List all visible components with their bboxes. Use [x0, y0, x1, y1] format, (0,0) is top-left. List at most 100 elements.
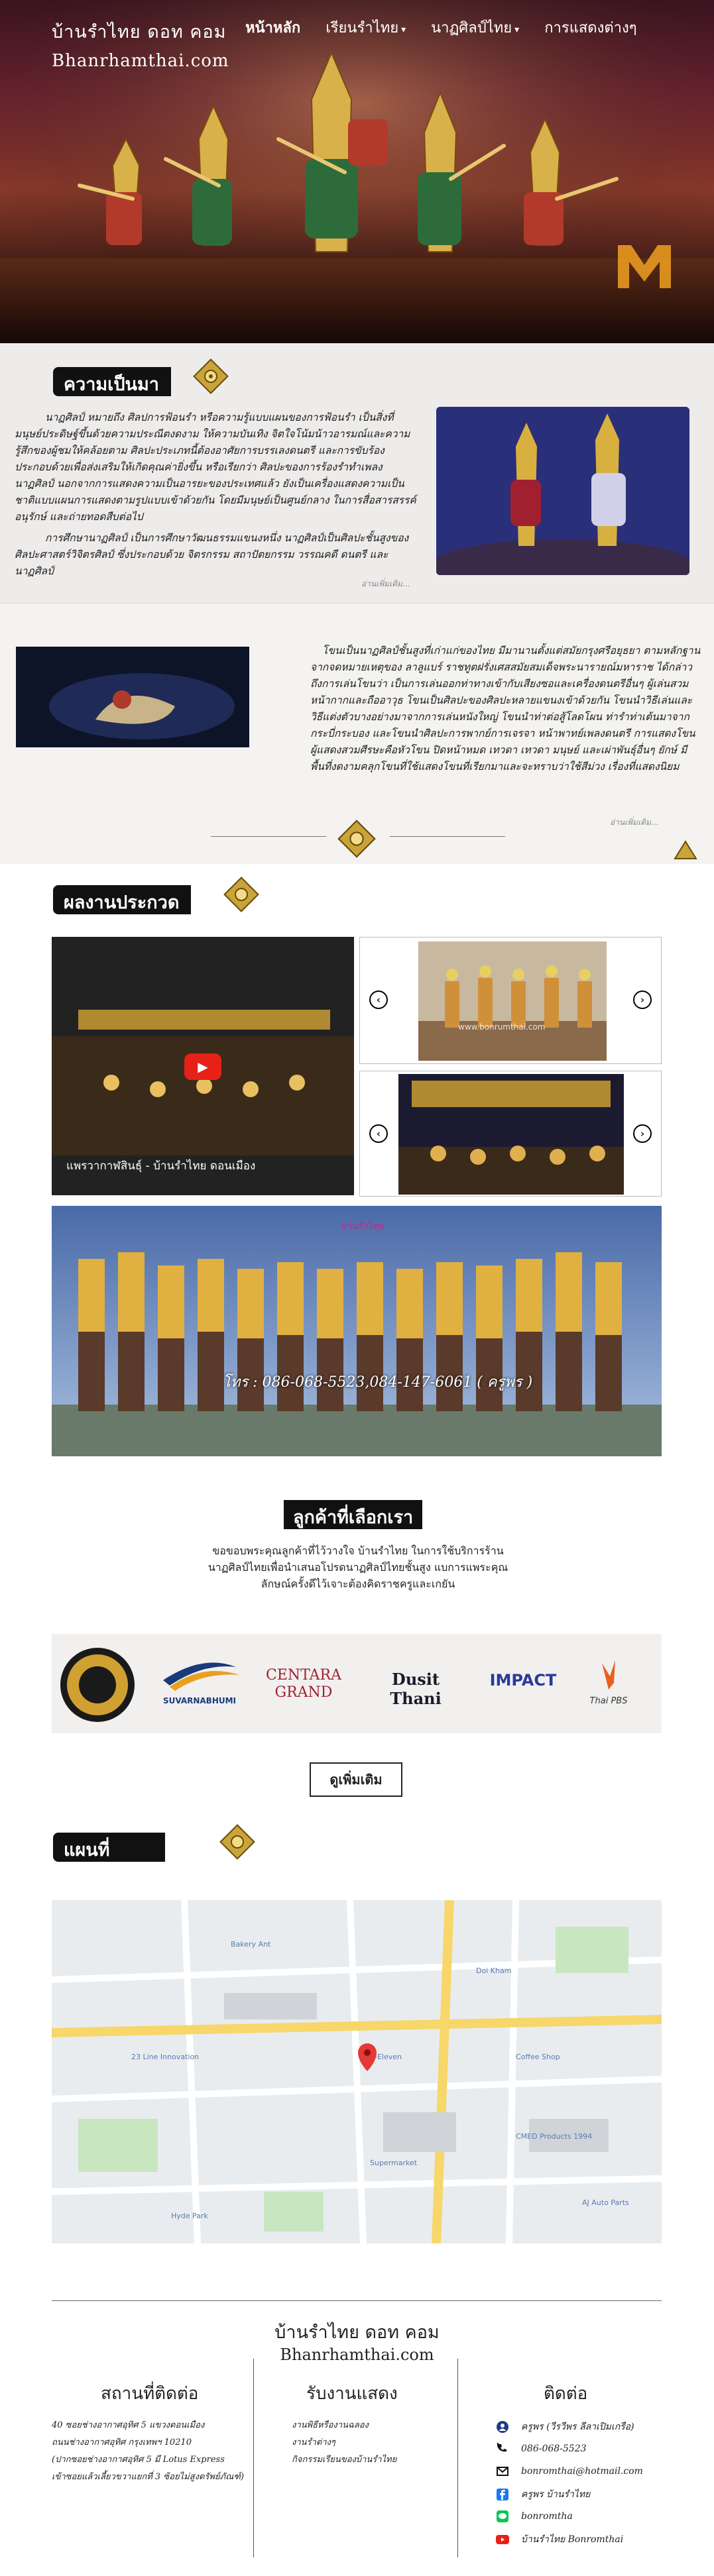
footer-column-divider: [253, 2359, 254, 2557]
contact-text[interactable]: bonromthai@hotmail.com: [521, 2466, 643, 2477]
nav-performances-label: การแสดงต่างๆ: [544, 20, 637, 36]
site-brand[interactable]: บ้านรำไทย ดอท คอม Bhanrhamthai.com: [52, 17, 229, 71]
footer-col-services-title: รับงานแสดง: [306, 2384, 398, 2404]
thai-ornament-icon: [193, 358, 229, 394]
footer-address: 40 ซอยช่างอากาศอุทิศ 5 แขวงดอนเมือง ถนนช…: [52, 2417, 251, 2486]
client-logo-suvarnabhumi: SUVARNABHUMI: [156, 1654, 243, 1713]
chevron-down-icon: ▾: [514, 25, 520, 35]
group-photo-caption: โทร : 086-068-5523,084-147-6061 ( ครูพร …: [223, 1374, 533, 1391]
address-line: 40 ซอยช่างอากาศอุทิศ 5 แขวงดอนเมือง: [52, 2420, 205, 2430]
service-line: งานรำต่างๆ: [292, 2438, 335, 2447]
map-label: Supermarket: [370, 2159, 418, 2167]
client-logo-impact: IMPACT: [489, 1671, 557, 1690]
divider-left: [211, 836, 326, 837]
scroll-top-ornament-icon[interactable]: [674, 840, 697, 860]
contact-line[interactable]: bonromtha: [496, 2510, 573, 2523]
gallery-prev-button[interactable]: ‹: [369, 991, 388, 1009]
facebook-icon: [496, 2488, 509, 2501]
footer-column-divider: [457, 2359, 458, 2557]
nav-home[interactable]: หน้าหลัก: [245, 16, 300, 39]
hero-banner: บ้านรำไทย ดอท คอม Bhanrhamthai.com หน้าห…: [0, 0, 714, 343]
contact-youtube[interactable]: บ้านรำไทย Bonromthai: [496, 2532, 623, 2547]
brand-thai[interactable]: บ้านรำไทย ดอท คอม: [52, 17, 229, 46]
khon-paragraph: โขนเป็นนาฏศิลป์ชั้นสูงที่เก่าแก่ของไทย ม…: [310, 645, 701, 773]
gallery-watermark: www.bonrumthai.com: [458, 1022, 546, 1032]
contact-person: ครูพร (วีรวีพร ลีลาเปิมเกรือ): [496, 2420, 634, 2434]
contact-text[interactable]: ครูพร บ้านรำไทย: [521, 2487, 590, 2502]
contact-email[interactable]: bonromthai@hotmail.com: [496, 2465, 643, 2478]
footer-col-address-title: สถานที่ติดต่อ: [101, 2384, 199, 2404]
gallery-card-2: ‹ ›: [359, 1071, 662, 1197]
about-read-more-link[interactable]: อ่านเพิ่มเติม...: [361, 578, 410, 590]
map-label: Bakery Ant: [231, 1940, 271, 1949]
about-khon-image: [436, 407, 689, 575]
portfolio-title: ผลงานประกวด: [53, 885, 192, 914]
gallery-image-2[interactable]: [398, 1074, 624, 1195]
location-map[interactable]: Bakery Ant Doi Kham 23 Line Innovation 7…: [52, 1900, 662, 2243]
service-line: งานพิธีหรืองานฉลอง: [292, 2420, 369, 2430]
clients-title: ลูกค้าที่เลือกเรา: [284, 1500, 423, 1529]
m-watermark-icon: [618, 245, 671, 288]
map-title: แผนที่: [53, 1833, 166, 1862]
group-photo: บ้านรำไทย โทร : 086-068-5523,084-147-606…: [52, 1206, 662, 1456]
contact-text: ครูพร (วีรวีพร ลีลาเปิมเกรือ): [521, 2422, 634, 2432]
group-photo-logo: บ้านรำไทย: [341, 1221, 385, 1232]
client-logo-dusit: Dusit Thani: [390, 1670, 442, 1708]
gallery-prev-button[interactable]: ‹: [369, 1124, 388, 1143]
nav-learn-thai-dance[interactable]: เรียนรำไทย ▾: [326, 16, 406, 39]
client-logos-band: SUVARNABHUMI CENTARA GRAND Dusit Thani I…: [52, 1634, 662, 1733]
map-label: AJ Auto Parts: [582, 2198, 629, 2207]
map-label: Doi Kham: [476, 1966, 511, 1975]
contact-text[interactable]: bonromtha: [521, 2511, 573, 2522]
service-line: กิจกรรมเรียนของบ้านรำไทย: [292, 2455, 397, 2465]
contact-text[interactable]: 086-068-5523: [521, 2443, 587, 2454]
thai-ornament-icon: [337, 820, 376, 858]
about-paragraph: นาฏศิลป์ หมายถึง ศิลปการฟ้อนรำ หรือความร…: [15, 411, 416, 523]
nav-arts-label: นาฏศิลป์ไทย: [431, 20, 512, 36]
main-nav: หน้าหลัก เรียนรำไทย ▾ นาฏศิลป์ไทย ▾ การแสด…: [245, 16, 662, 39]
footer-col-contact-title: ติดต่อ: [544, 2384, 588, 2404]
contact-text[interactable]: บ้านรำไทย Bonromthai: [521, 2532, 623, 2547]
page: { "header": { "brand_th": "บ้านรำไทย ดอท…: [0, 0, 714, 2576]
phone-icon: [496, 2442, 509, 2455]
see-more-button[interactable]: ดูเพิ่มเติม: [310, 1762, 402, 1797]
footer-brand-thai: บ้านรำไทย ดอท คอม: [274, 2322, 440, 2343]
contact-facebook[interactable]: ครูพร บ้านรำไทย: [496, 2487, 590, 2502]
map-label: Hyde Park: [171, 2212, 208, 2220]
divider-right: [390, 836, 505, 837]
person-icon: [496, 2420, 509, 2434]
client-logo-thaipbs: Thai PBS: [575, 1656, 642, 1716]
client-logo-seal-icon: [60, 1648, 135, 1722]
chevron-down-icon: ▾: [401, 25, 406, 35]
footer-services: งานพิธีหรืองานฉลอง งานรำต่างๆ กิจกรรมเรี…: [292, 2417, 451, 2469]
nav-learn-label: เรียนรำไทย: [326, 20, 399, 36]
line-icon: [496, 2510, 509, 2523]
contact-phone[interactable]: 086-068-5523: [496, 2442, 587, 2455]
logo-label: Thai PBS: [589, 1696, 628, 1706]
video-caption[interactable]: แพรวากาฬสินธุ์ - บ้านรำไทย ดอนเมือง: [66, 1157, 255, 1175]
client-logo-centara: CENTARA GRAND: [266, 1667, 341, 1701]
play-icon[interactable]: ▶: [184, 1053, 221, 1080]
gallery-next-button[interactable]: ›: [633, 1124, 652, 1143]
address-line: (ปากซอยช่างอากาศอุทิศ 5 มี Lotus Express: [52, 2455, 225, 2465]
footer-brand-english: Bhanrhamthai.com: [280, 2345, 434, 2364]
brand-english[interactable]: Bhanrhamthai.com: [52, 51, 229, 71]
contest-video-player[interactable]: ▶ แพรวากาฬสินธุ์ - บ้านรำไทย ดอนเมือง: [52, 937, 354, 1195]
clients-text: ขอขอบพระคุณลูกค้าที่ไว้วางใจ บ้านรำไทย ใ…: [208, 1544, 508, 1590]
logo-label: SUVARNABHUMI: [162, 1696, 237, 1705]
map-label: 23 Line Innovation: [131, 2053, 199, 2061]
about-title: ความเป็นมา: [53, 367, 171, 396]
thai-ornament-icon: [223, 877, 259, 912]
khon-stage-image: [16, 647, 249, 747]
nav-performances[interactable]: การแสดงต่างๆ: [544, 16, 636, 39]
map-label: Coffee Shop: [516, 2053, 560, 2061]
address-line: ถนนช่างอากาศอุทิศ กรุงเทพฯ 10210: [52, 2438, 192, 2447]
nav-thai-dance-arts[interactable]: นาฏศิลป์ไทย ▾: [431, 16, 519, 39]
youtube-icon: [496, 2533, 509, 2546]
khon-read-more-link[interactable]: อ่านเพิ่มเติม...: [610, 816, 658, 829]
about-paragraph-2: การศึกษานาฏศิลป์ เป็นการศึกษาวัฒนธรรมแขน…: [15, 532, 409, 577]
gallery-image-1[interactable]: www.bonrumthai.com: [418, 941, 607, 1061]
map-label: CMED Products 1994: [516, 2132, 592, 2141]
mail-icon: [496, 2465, 509, 2478]
gallery-next-button[interactable]: ›: [633, 991, 652, 1009]
